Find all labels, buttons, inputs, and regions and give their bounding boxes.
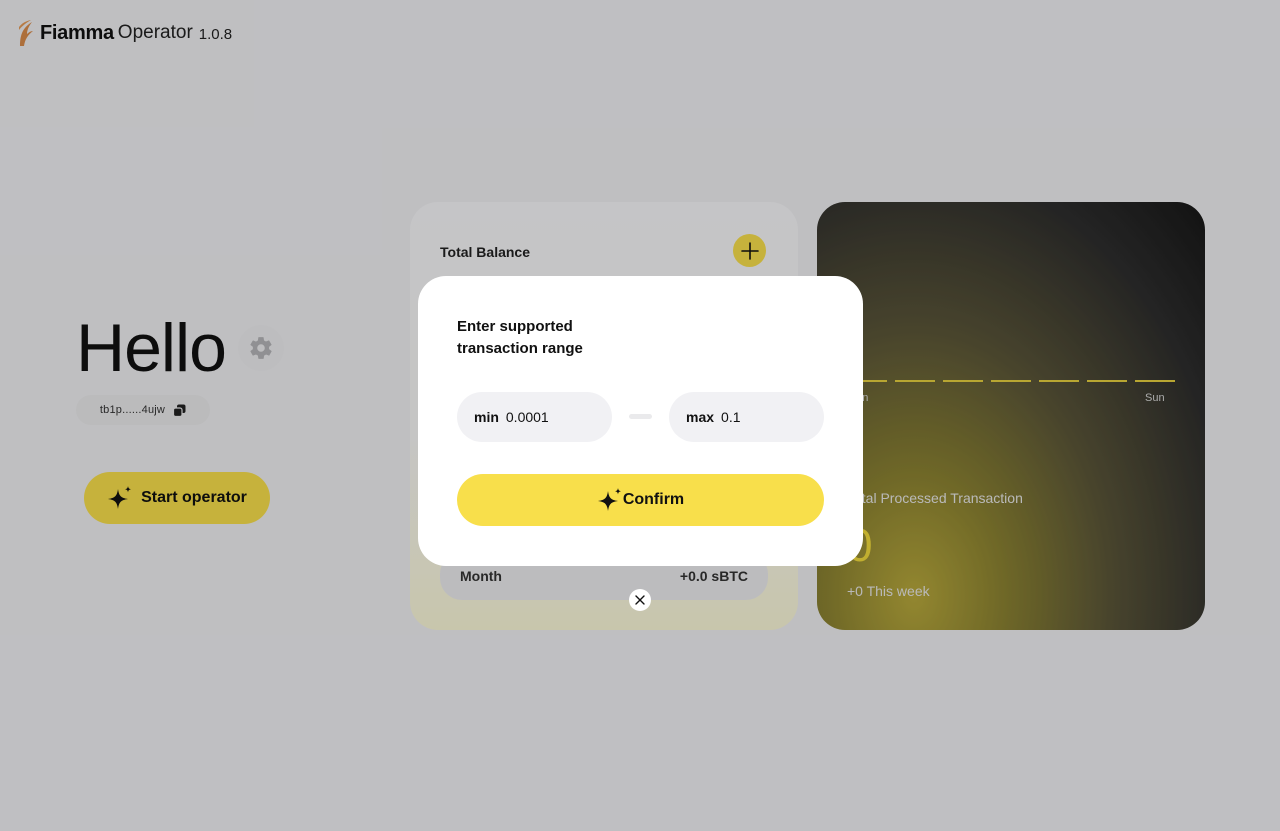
- confirm-button[interactable]: Confirm: [457, 474, 824, 526]
- modal-title: Enter supported transaction range: [457, 318, 583, 357]
- min-amount-input[interactable]: 0.0001: [506, 409, 549, 425]
- close-modal-button[interactable]: [629, 589, 651, 611]
- max-label: max: [686, 409, 715, 425]
- transaction-range-modal: Enter supported transaction range min 0.…: [418, 276, 863, 566]
- confirm-label: Confirm: [622, 491, 685, 508]
- max-amount-field[interactable]: max 0.1: [669, 392, 824, 442]
- min-amount-field[interactable]: min 0.0001: [457, 392, 612, 442]
- min-label: min: [474, 409, 499, 425]
- max-amount-input[interactable]: 0.1: [721, 409, 740, 425]
- sparkle-icon: [597, 488, 621, 511]
- range-separator: [629, 414, 652, 419]
- close-icon: [635, 595, 645, 605]
